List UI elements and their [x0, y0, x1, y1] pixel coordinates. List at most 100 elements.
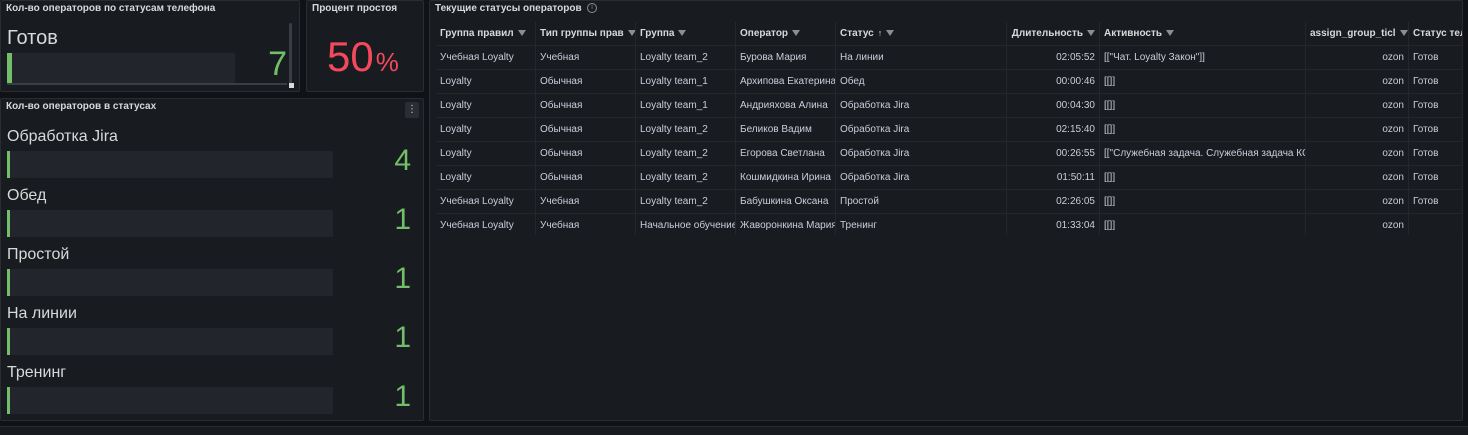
table-cell: Обработка Jira: [836, 142, 1007, 165]
table-row[interactable]: Учебная Loyalty Учебная Начальное обучение…: [436, 214, 1463, 235]
info-icon[interactable]: i: [587, 3, 597, 13]
column-header-label: Тип группы прав: [540, 28, 624, 39]
filter-icon[interactable]: [627, 30, 635, 37]
status-row-value: 1: [394, 321, 411, 354]
table-cell: Архипова Екатерина: [736, 70, 836, 93]
table-cell: Loyalty team_1: [636, 94, 736, 117]
operator-status-table: Группа правил Тип группы прав Группа Операт…: [436, 22, 1463, 235]
panel-menu-icon[interactable]: ⋮: [405, 102, 419, 118]
column-header[interactable]: Оператор: [736, 22, 836, 45]
phone-status-panel: Кол-во операторов по статусам телефона Г…: [0, 0, 300, 92]
status-row-bar: [7, 328, 333, 355]
table-cell: Loyalty team_2: [636, 190, 736, 213]
table-cell: ozon: [1306, 94, 1409, 117]
status-row: На линии 1: [1, 305, 425, 363]
table-cell: Обычная: [536, 118, 636, 141]
table-cell: Готов: [1409, 190, 1463, 213]
status-row-bar: [7, 210, 333, 237]
status-row-bar-fill: [7, 151, 10, 178]
filter-icon[interactable]: [1399, 30, 1408, 37]
table-cell: Готов: [1409, 46, 1463, 69]
table-cell: 02:05:52: [1007, 46, 1100, 69]
column-header[interactable]: Статус ↑: [836, 22, 1007, 45]
status-row: Простой 1: [1, 246, 425, 304]
column-header[interactable]: Длительность: [1007, 22, 1100, 45]
table-cell: Loyalty: [436, 166, 536, 189]
filter-icon[interactable]: [517, 30, 526, 37]
filter-icon[interactable]: [1087, 30, 1095, 37]
table-cell: [["Чат. Loyalty Закон"]]: [1100, 46, 1306, 69]
table-cell: Loyalty team_2: [636, 46, 736, 69]
column-header[interactable]: Группа правил: [436, 22, 536, 45]
table-row[interactable]: Loyalty Обычная Loyalty team_2 Кошмидкина И…: [436, 166, 1463, 190]
table-row[interactable]: Учебная Loyalty Учебная Loyalty team_2 Буро…: [436, 46, 1463, 70]
table-cell: Обработка Jira: [836, 166, 1007, 189]
status-row: Обед 1: [1, 187, 425, 245]
status-row-bar-fill: [7, 328, 10, 355]
status-row-value: 1: [394, 380, 411, 413]
operators-by-status-panel: Кол-во операторов в статусах ⋮ Обработка…: [0, 98, 424, 421]
table-cell: Егорова Светлана: [736, 142, 836, 165]
table-cell: 00:00:46: [1007, 70, 1100, 93]
phone-status-value: 7: [268, 45, 287, 83]
table-cell: Обед: [836, 70, 1007, 93]
table-cell: Андрияхова Алина: [736, 94, 836, 117]
table-cell: Loyalty team_2: [636, 166, 736, 189]
table-cell: Loyalty: [436, 142, 536, 165]
table-cell: ozon: [1306, 70, 1409, 93]
column-header-label: Статус теле: [1413, 28, 1462, 39]
table-row[interactable]: Loyalty Обычная Loyalty team_1 Архипова Ека…: [436, 70, 1463, 94]
table-cell: [[]]: [1100, 94, 1306, 117]
table-cell: ozon: [1306, 190, 1409, 213]
table-cell: Готов: [1409, 142, 1463, 165]
status-row-label: Обед: [7, 187, 47, 204]
table-cell: Обычная: [536, 142, 636, 165]
table-cell: Начальное обучение: [636, 214, 736, 235]
table-cell: Учебная: [536, 46, 636, 69]
phone-status-bar: [7, 53, 235, 83]
status-row-label: Обработка Jira: [7, 128, 118, 145]
column-header[interactable]: Тип группы прав: [536, 22, 636, 45]
column-header[interactable]: Группа: [636, 22, 736, 45]
operators-by-status-panel-title: Кол-во операторов в статусах: [6, 101, 157, 112]
idle-percent-value: 50: [327, 33, 374, 80]
status-row: Обработка Jira 4: [1, 128, 425, 186]
column-header[interactable]: assign_group_ticl: [1306, 22, 1409, 45]
table-cell: Учебная: [536, 190, 636, 213]
filter-icon[interactable]: [678, 30, 687, 37]
column-header[interactable]: Статус теле: [1409, 22, 1463, 45]
filter-icon[interactable]: [1166, 30, 1175, 37]
horizontal-scrollbar[interactable]: [7, 83, 287, 85]
status-row-bar-fill: [7, 210, 10, 237]
table-cell: Учебная Loyalty: [436, 190, 536, 213]
table-cell: 01:33:04: [1007, 214, 1100, 235]
status-row-value: 4: [394, 144, 411, 177]
table-cell: ozon: [1306, 142, 1409, 165]
table-cell: Loyalty team_1: [636, 70, 736, 93]
column-header[interactable]: Активность: [1100, 22, 1306, 45]
table-cell: Тренинг: [836, 214, 1007, 235]
table-cell: Готов: [1409, 118, 1463, 141]
table-row[interactable]: Loyalty Обычная Loyalty team_2 Беликов Вади…: [436, 118, 1463, 142]
table-cell: Loyalty team_2: [636, 118, 736, 141]
filter-icon[interactable]: [792, 30, 801, 37]
table-cell: 00:26:55: [1007, 142, 1100, 165]
table-row[interactable]: Loyalty Обычная Loyalty team_2 Егорова Свет…: [436, 142, 1463, 166]
sort-ascending-icon[interactable]: ↑: [878, 28, 883, 38]
table-cell: ozon: [1306, 166, 1409, 189]
status-row-label: На линии: [7, 305, 77, 322]
operator-status-table-title: Текущие статусы операторов: [435, 3, 582, 14]
table-cell: [[]]: [1100, 190, 1306, 213]
table-cell: Бурова Мария: [736, 46, 836, 69]
resize-handle[interactable]: [289, 83, 294, 88]
table-cell: Обычная: [536, 70, 636, 93]
table-cell: [1409, 214, 1463, 235]
table-row[interactable]: Loyalty Обычная Loyalty team_1 Андрияхова А…: [436, 94, 1463, 118]
table-row[interactable]: Учебная Loyalty Учебная Loyalty team_2 Бабу…: [436, 190, 1463, 214]
column-header-label: Группа правил: [440, 28, 514, 39]
table-cell: Обработка Jira: [836, 118, 1007, 141]
table-cell: Простой: [836, 190, 1007, 213]
filter-icon[interactable]: [886, 30, 895, 37]
vertical-scrollbar[interactable]: [289, 23, 292, 85]
column-header-label: Оператор: [740, 28, 789, 39]
